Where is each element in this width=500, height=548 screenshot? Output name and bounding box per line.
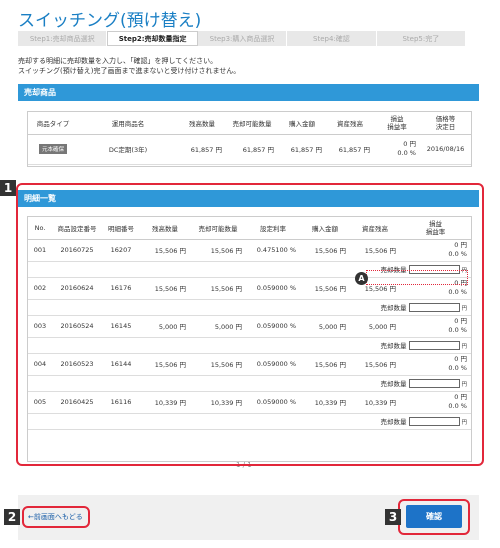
sellable-qty: 61,857 円: [226, 134, 278, 165]
col-type: 商品タイプ: [28, 112, 78, 135]
sale-product-header: 売却商品: [18, 84, 479, 101]
purchase-amount: 61,857 円: [278, 134, 326, 165]
col-balance: 残高数量: [178, 112, 226, 135]
callout-number-3: 3: [385, 509, 401, 525]
step-5: Step5:完了: [376, 31, 467, 46]
price-date: 2016/08/16: [420, 134, 471, 165]
sale-product-panel: 商品タイプ 運用商品名 残高数量 売却可能数量 購入金額 資産残高 損益 損益率…: [27, 111, 472, 167]
callout-number-2: 2: [4, 509, 20, 525]
callout-frame-sell-qty: [366, 270, 468, 285]
col-assets: 資産残高: [326, 112, 374, 135]
sale-product-row: 元本確保 DC定期(3年) 61,857 円 61,857 円 61,857 円…: [28, 134, 471, 165]
col-name: 運用商品名: [78, 112, 178, 135]
asset-balance: 61,857 円: [326, 134, 374, 165]
step-4: Step4:確認: [287, 31, 377, 46]
callout-letter-a: A: [355, 272, 368, 285]
step-2-current: Step2:売却数量指定: [107, 31, 198, 46]
col-date: 価格等 決定日: [420, 112, 471, 135]
col-sellable: 売却可能数量: [226, 112, 278, 135]
page-title: スイッチング(預け替え): [18, 11, 202, 31]
callout-number-1: 1: [0, 180, 16, 196]
col-pl: 損益 損益率: [374, 112, 420, 135]
product-type-badge: 元本確保: [38, 144, 67, 154]
callout-frame-confirm: [398, 499, 470, 535]
callout-frame-back: [22, 506, 90, 528]
step-1: Step1:売却商品選択: [18, 31, 108, 46]
balance-qty: 61,857 円: [178, 134, 226, 165]
profit-loss: 0 円: [403, 140, 416, 148]
sale-product-table: 商品タイプ 運用商品名 残高数量 売却可能数量 購入金額 資産残高 損益 損益率…: [28, 112, 471, 165]
product-name: DC定期(3年): [78, 134, 178, 165]
profit-loss-rate: 0.0 %: [397, 149, 416, 157]
instructions: 売却する明細に売却数量を入力し、「確認」を押してください。 スイッチング(預け替…: [18, 56, 240, 76]
instruction-line-2: スイッチング(預け替え)完了画面まで進まないと受け付けされません。: [18, 67, 241, 75]
col-purchase: 購入金額: [278, 112, 326, 135]
callout-frame-detail: [16, 183, 484, 466]
step-3: Step3:購入商品選択: [197, 31, 288, 46]
instruction-line-1: 売却する明細に売却数量を入力し、「確認」を押してください。: [18, 57, 218, 65]
step-progress: Step1:売却商品選択 Step2:売却数量指定 Step3:購入商品選択 S…: [18, 31, 467, 46]
